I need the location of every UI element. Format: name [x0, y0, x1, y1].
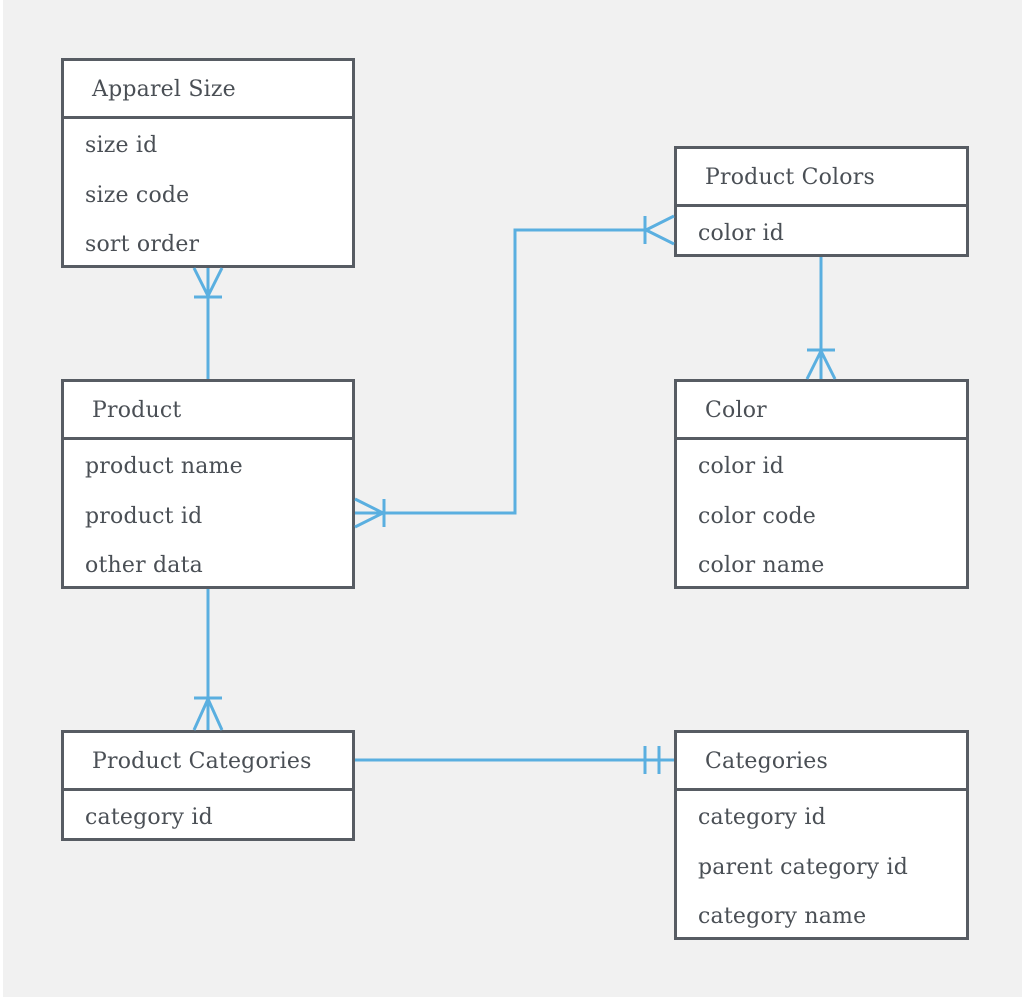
entity-attribute: size code	[85, 182, 190, 208]
entity-title: Product Colors	[677, 149, 966, 207]
entity-product-colors[interactable]: Product Colors color id	[674, 146, 969, 257]
entity-title: Apparel Size	[64, 61, 352, 119]
entity-title: Product Categories	[64, 733, 352, 791]
entity-attribute: category name	[698, 904, 867, 929]
entity-title: Categories	[677, 733, 966, 791]
entity-attribute: parent category id	[698, 854, 909, 880]
entity-color[interactable]: Color color id color code color name	[674, 379, 969, 589]
entity-attribute: color id	[698, 221, 785, 246]
entity-title: Color	[677, 382, 966, 440]
entity-product-categories[interactable]: Product Categories category id	[61, 730, 355, 841]
entity-attribute: product id	[85, 503, 203, 529]
entity-title: Product	[64, 382, 352, 440]
entity-attribute: size id	[85, 133, 158, 158]
entity-attribute: product name	[85, 454, 243, 479]
entity-apparel-size[interactable]: Apparel Size size id size code sort orde…	[61, 58, 355, 268]
entity-attribute: other data	[85, 553, 203, 578]
entity-product[interactable]: Product product name product id other da…	[61, 379, 355, 589]
entity-attribute: color name	[698, 553, 825, 578]
entity-attribute: category id	[85, 805, 213, 830]
entity-attribute: color code	[698, 503, 817, 529]
entity-attribute: color id	[698, 454, 785, 479]
entity-attribute: category id	[698, 805, 826, 830]
entity-attribute: sort order	[85, 232, 200, 257]
entity-categories[interactable]: Categories category id parent category i…	[674, 730, 969, 940]
